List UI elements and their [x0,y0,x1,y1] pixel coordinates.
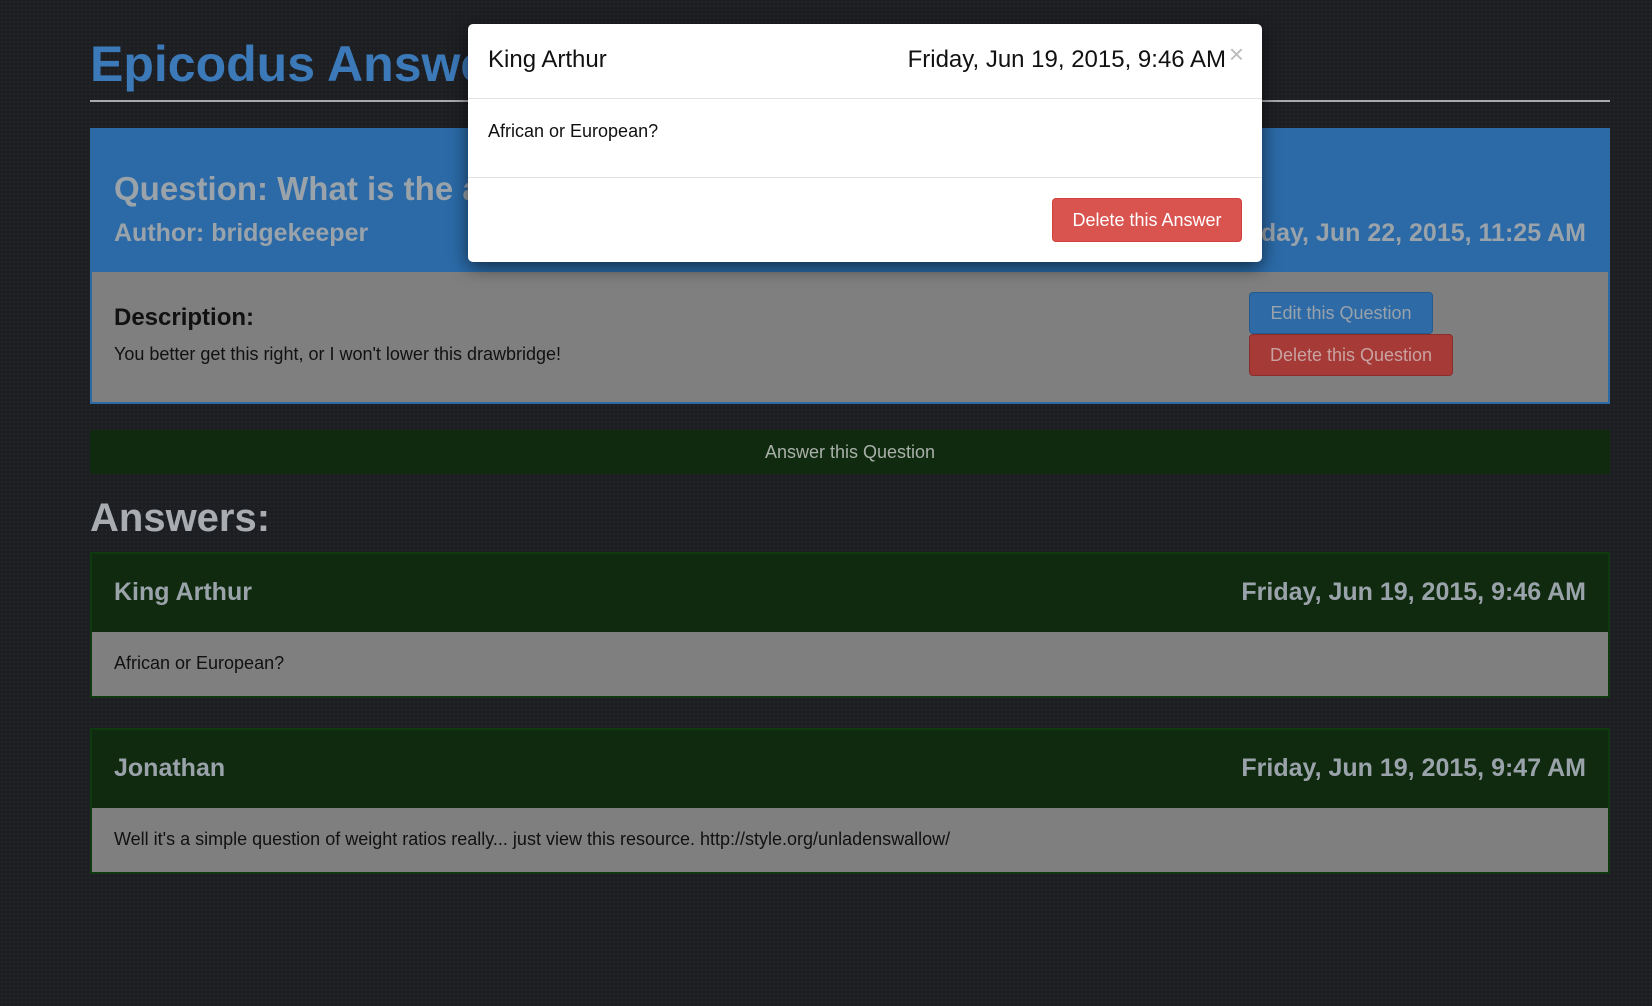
answer-panel: King Arthur Friday, Jun 19, 2015, 9:46 A… [90,552,1610,698]
answer-date: Friday, Jun 19, 2015, 9:47 AM [1241,754,1586,782]
modal-footer: Delete this Answer [468,178,1262,262]
answer-panel-body: African or European? [92,632,1608,696]
modal-date: Friday, Jun 19, 2015, 9:46 AM [907,46,1226,73]
answer-text: Well it's a simple question of weight ra… [114,829,951,849]
answer-date: Friday, Jun 19, 2015, 9:46 AM [1241,578,1586,606]
question-date: Monday, Jun 22, 2015, 11:25 AM [1209,219,1586,247]
close-icon[interactable]: × [1229,41,1244,67]
description-text: You better get this right, or I won't lo… [114,344,562,364]
answer-panel-header: Jonathan Friday, Jun 19, 2015, 9:47 AM [92,730,1608,808]
answer-author: Jonathan [114,754,226,782]
edit-question-button[interactable]: Edit this Question [1249,292,1433,334]
answer-text: African or European? [114,653,285,673]
delete-question-button[interactable]: Delete this Question [1249,334,1453,376]
modal-header: King Arthur Friday, Jun 19, 2015, 9:46 A… [468,24,1262,99]
description-label: Description: [114,304,255,331]
answer-question-button[interactable]: Answer this Question [90,430,1610,474]
answer-panel: Jonathan Friday, Jun 19, 2015, 9:47 AM W… [90,728,1610,874]
delete-answer-button[interactable]: Delete this Answer [1052,198,1242,242]
answer-author: King Arthur [114,578,252,606]
question-author: Author: bridgekeeper [114,219,369,247]
answer-modal: King Arthur Friday, Jun 19, 2015, 9:46 A… [468,24,1262,262]
answers-heading: Answers: [90,496,271,540]
modal-body: African or European? [468,99,1262,178]
modal-author: King Arthur [488,46,607,73]
answer-panel-body: Well it's a simple question of weight ra… [92,808,1608,872]
modal-answer-text: African or European? [488,121,659,141]
question-panel-body: Description: You better get this right, … [92,272,1608,402]
answer-panel-header: King Arthur Friday, Jun 19, 2015, 9:46 A… [92,554,1608,632]
